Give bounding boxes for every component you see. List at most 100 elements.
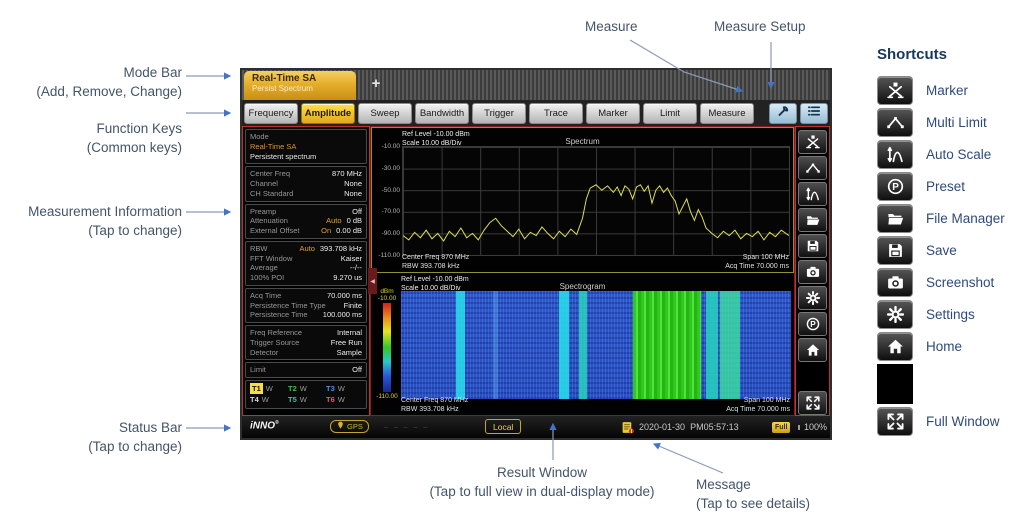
auto-scale-icon (805, 187, 819, 201)
screenshot-button[interactable] (877, 268, 913, 297)
settings-button[interactable] (877, 300, 913, 329)
shortcut-row-home: Home (877, 332, 1005, 361)
function-key-bar: Frequency Amplitude Sweep Bandwidth Trigger T… (242, 100, 830, 126)
save-button[interactable] (877, 236, 913, 265)
spectrum-footer-right: Span 100 MHz Acq Time 70.000 ms (725, 253, 789, 270)
multi-limit-icon (805, 163, 820, 173)
preset-button[interactable]: P (798, 312, 827, 336)
measurement-info-panel[interactable]: Mode Real-Time SA Persistent spectrum Cente… (242, 126, 370, 416)
full-window-icon (805, 396, 820, 410)
spectrum-y-axis: -10.00 -30.00 -50.00 -70.00 -90.00 -110.00 (378, 143, 400, 259)
annotation-result-window: Result Window (Tap to full view in dual-… (429, 465, 655, 499)
device-body: Mode Real-Time SA Persistent spectrum Cente… (242, 126, 830, 416)
function-key-bandwidth[interactable]: Bandwidth (415, 102, 469, 124)
info-section[interactable]: Acq Time 70.000 ms Persistence Time Type Fi… (245, 287, 367, 323)
save-button[interactable] (798, 234, 827, 258)
colorbar-gradient (383, 303, 391, 392)
info-section[interactable]: Mode Real-Time SA Persistent spectrum (245, 129, 367, 165)
panel-collapse-handle[interactable]: ◀ (368, 268, 377, 294)
function-key-list: Frequency Amplitude Sweep Bandwidth Trigger T… (244, 102, 754, 124)
shortcut-row-multi-limit: Multi Limit (877, 108, 1005, 137)
save-icon (807, 240, 818, 252)
spectrogram-band (456, 291, 465, 399)
info-section[interactable]: Center Freq 870 MHz Channel None CH Standard… (245, 166, 367, 202)
function-key-sweep[interactable]: Sweep (358, 102, 412, 124)
menu-icon (807, 104, 821, 123)
gps-badge[interactable]: GPS (330, 420, 369, 433)
shortcut-row-settings: Settings (877, 300, 1005, 329)
battery-tip (798, 425, 800, 430)
result-window[interactable]: Ref Level -10.00 dBm Scale 10.00 dB/Div … (370, 126, 795, 416)
shortcut-label-full-window: Full Window (926, 414, 1000, 429)
info-section[interactable]: Freq Reference Internal Trigger Source Free… (245, 325, 367, 361)
info-section[interactable]: Preamp Off Attenuation Auto 0 dB External Off… (245, 203, 367, 239)
annotation-status-bar: Status Bar (Tap to change) (88, 420, 182, 454)
screenshot-button[interactable] (798, 260, 827, 284)
message-icon[interactable] (621, 421, 634, 434)
multi-limit-button[interactable] (877, 108, 913, 137)
trace-t2[interactable]: T2 W (288, 383, 324, 394)
shortcut-label-screenshot: Screenshot (926, 275, 995, 290)
trace-t1[interactable]: T1 W (250, 383, 286, 395)
measure-setup-button[interactable] (769, 102, 797, 124)
annotation-measure: Measure (585, 19, 638, 34)
info-section[interactable]: Limit Off (245, 362, 367, 378)
function-key-limit[interactable]: Limit (643, 102, 697, 124)
spectrogram-band (559, 291, 570, 399)
battery-badge: Full (772, 422, 791, 433)
settings-button[interactable] (798, 286, 827, 310)
auto-scale-button[interactable] (877, 140, 913, 169)
status-bar[interactable]: iNNO® GPS – – – – – Local 2020-01-30 PM0… (242, 416, 830, 438)
auto-scale-button[interactable] (798, 182, 827, 206)
trace-legend[interactable]: T1 W T2 W T3 W T4 W T5 W T6 W (245, 380, 367, 409)
mode-tab-realtime-sa[interactable]: Real-Time SA Persist Spectrum (244, 71, 356, 100)
marker-button[interactable] (877, 76, 913, 105)
brand-logo: iNNO® (250, 420, 279, 432)
trace-t6[interactable]: T6 W (326, 394, 362, 405)
battery-percent: 100% (804, 422, 828, 432)
wrench-icon (776, 104, 790, 123)
shortcut-row-save: Save (877, 236, 1005, 265)
shortcut-row-file-manager: File Manager (877, 204, 1005, 233)
trace-t4[interactable]: T4 W (250, 394, 286, 405)
spectrum-header: Ref Level -10.00 dBm Scale 10.00 dB/Div (402, 131, 470, 148)
menu-button[interactable] (800, 102, 828, 124)
shortcut-label-home: Home (926, 339, 963, 354)
multi-limit-button[interactable] (798, 156, 827, 180)
full-window-button[interactable] (877, 407, 913, 436)
spectrogram-band (720, 291, 741, 399)
spectrogram-band (492, 291, 499, 399)
home-button[interactable] (798, 338, 827, 362)
mode-tab-subtitle: Persist Spectrum (252, 84, 313, 93)
function-key-trigger[interactable]: Trigger (472, 102, 526, 124)
file-manager-button[interactable] (798, 208, 827, 232)
spectrogram-footer-left: Center Freq 870 MHz RBW 393.708 kHz (401, 396, 469, 413)
annotation-measurement-info: Measurement Information (Tap to change) (28, 204, 182, 238)
marker-button[interactable] (798, 130, 827, 154)
shortcut-label-settings: Settings (926, 307, 975, 322)
function-key-measure[interactable]: Measure (700, 102, 754, 124)
spectrum-window[interactable]: Ref Level -10.00 dBm Scale 10.00 dB/Div … (371, 127, 794, 273)
function-key-frequency[interactable]: Frequency (244, 102, 298, 124)
trace-t5[interactable]: T5 W (288, 394, 324, 405)
spectrogram-window[interactable]: Ref Level -10.00 dBm Scale 10.00 dB/Div … (371, 273, 794, 415)
svg-text:P: P (810, 320, 816, 329)
preset-button[interactable]: P (877, 172, 913, 201)
local-button[interactable]: Local (485, 419, 522, 434)
spectrogram-band (633, 291, 702, 399)
home-button[interactable] (877, 332, 913, 361)
gps-pin-icon (336, 421, 345, 432)
onscreen-shortcut-strip: P (795, 126, 830, 416)
trace-t3[interactable]: T3 W (326, 383, 362, 394)
full-window-button[interactable] (798, 391, 827, 415)
shortcut-label-file-manager: File Manager (926, 211, 1005, 226)
function-key-marker[interactable]: Marker (586, 102, 640, 124)
info-section[interactable]: RBW Auto 393.708 kHz FFT Window Kaiser Averag… (245, 240, 367, 286)
function-key-amplitude[interactable]: Amplitude (301, 102, 355, 124)
spectrogram-footer-right: Span 100 MHz Acq Time 70.000 ms (726, 396, 790, 413)
add-mode-tab-button[interactable]: + (366, 74, 386, 94)
home-icon (806, 344, 819, 356)
file-manager-button[interactable] (877, 204, 913, 233)
datetime: 2020-01-30 PM05:57:13 (639, 422, 739, 432)
function-key-trace[interactable]: Trace (529, 102, 583, 124)
